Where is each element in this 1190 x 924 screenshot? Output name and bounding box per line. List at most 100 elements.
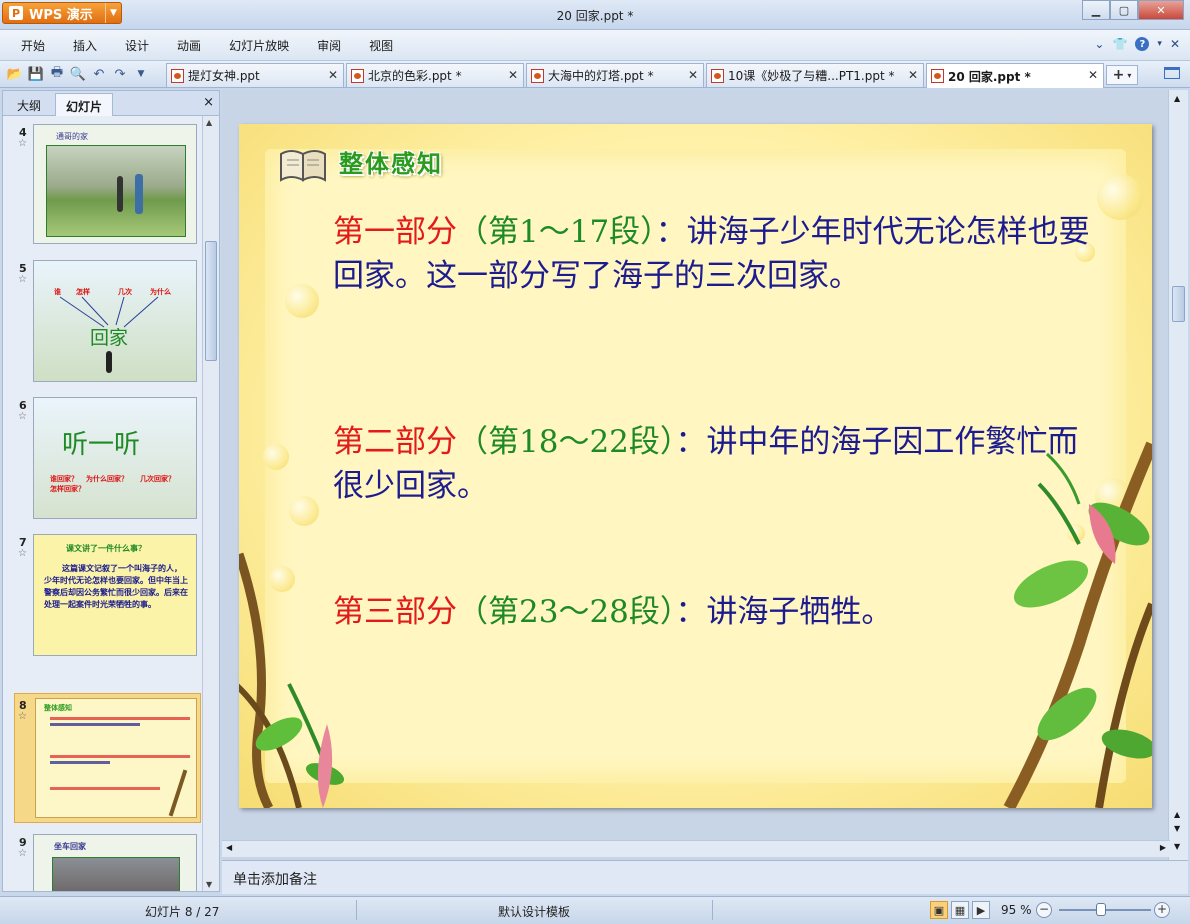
slide-thumbnail[interactable]: 课文讲了一件什么事？ 这篇课文记叙了一个叫海子的人，少年时代无论怎样也要回家。但… <box>33 534 197 656</box>
vine-decoration <box>239 441 1152 808</box>
ppt-file-icon <box>171 68 184 83</box>
save-icon[interactable]: 💾 <box>27 65 45 83</box>
slide-counter: 幻灯片 8 / 27 <box>145 905 220 919</box>
scrollbar-thumb[interactable] <box>205 241 217 361</box>
zoom-level: 95 % <box>1001 903 1032 917</box>
new-tab-button[interactable]: + ▾ <box>1106 65 1138 85</box>
menu-start[interactable]: 开始 <box>0 37 59 54</box>
scroll-up-icon[interactable]: ▲ <box>1174 810 1180 819</box>
close-icon[interactable]: ✕ <box>1170 37 1180 51</box>
scroll-down-icon[interactable]: ▼ <box>206 880 212 889</box>
scroll-right-icon[interactable]: ▶ <box>1160 843 1166 852</box>
editor-horizontal-scrollbar[interactable]: ◀ ▶ <box>222 840 1170 857</box>
quick-access-toolbar: 📂 💾 🖶 🔍 ↶ ↷ ▼ 提灯女神.ppt ✕ 北京的色彩.ppt * ✕ 大… <box>0 61 1190 88</box>
print-preview-icon[interactable]: 🔍 <box>69 65 87 83</box>
thumb-center-word: 回家 <box>90 327 129 349</box>
print-icon[interactable]: 🖶 <box>48 65 66 83</box>
doc-tab[interactable]: 10课《妙极了与糟...PT1.ppt * ✕ <box>706 63 924 87</box>
doc-tab-active[interactable]: 20 回家.ppt * ✕ <box>926 63 1104 88</box>
thumb-title: 整体感知 <box>44 704 72 712</box>
thumb-title: 听一听 <box>62 430 141 460</box>
menu-design[interactable]: 设计 <box>111 37 163 54</box>
slide-thumbnail-selected[interactable]: 整体感知 <box>35 698 197 818</box>
notes-placeholder[interactable]: 单击添加备注 <box>233 869 317 889</box>
transition-star-icon: ☆ <box>18 138 27 149</box>
doc-tab-label: 10课《妙极了与糟...PT1.ppt * <box>728 69 895 83</box>
close-window-button[interactable]: ✕ <box>1138 0 1184 20</box>
thumb-connector-lines <box>59 296 159 328</box>
slide-thumbnail[interactable]: 谁 怎样 几次 为什么 回家 <box>33 260 197 382</box>
scroll-down-icon[interactable]: ▼ <box>1174 842 1180 851</box>
thumb-photo <box>46 145 186 237</box>
ppt-file-icon <box>711 68 724 83</box>
current-slide[interactable]: 整体感知 第一部分（第1～17段）：讲海子少年时代无论怎样也要回家。这一部分写了… <box>239 124 1152 808</box>
design-template: 默认设计模板 <box>498 905 571 919</box>
redo-icon[interactable]: ↷ <box>111 65 129 83</box>
thumb-line: 谁回家？ <box>50 475 78 483</box>
scroll-down-icon[interactable]: ▼ <box>1174 824 1180 833</box>
close-icon[interactable]: ✕ <box>328 68 338 82</box>
ppt-file-icon <box>351 68 364 83</box>
minimize-button[interactable]: ▁ <box>1082 0 1110 20</box>
customize-dropdown-icon[interactable]: ▼ <box>132 65 150 83</box>
editor-vertical-scrollbar[interactable]: ▲ ▲ ▼ ▼ <box>1168 90 1188 860</box>
close-icon[interactable]: ✕ <box>508 68 518 82</box>
window-controls: ▁ ▢ ✕ <box>1082 0 1184 20</box>
transition-star-icon: ☆ <box>18 411 27 422</box>
notes-pane[interactable]: 单击添加备注 <box>222 860 1188 894</box>
doc-tab[interactable]: 北京的色彩.ppt * ✕ <box>346 63 524 87</box>
transition-star-icon: ☆ <box>18 711 27 722</box>
zoom-slider-handle[interactable] <box>1096 903 1106 916</box>
close-icon[interactable]: ✕ <box>688 68 698 82</box>
slide-sorter-button[interactable]: ▦ <box>951 901 969 919</box>
chevron-down-icon[interactable]: ⌄ <box>1094 37 1104 51</box>
layout-toggle-icon[interactable] <box>1164 67 1180 79</box>
slide-thumbnail[interactable]: 听一听 谁回家？ 为什么回家？ 几次回家？ 怎样回家？ <box>33 397 197 519</box>
thumbnail-scrollbar[interactable]: ▲ ▼ <box>202 116 219 891</box>
menu-insert[interactable]: 插入 <box>59 37 111 54</box>
scroll-up-icon[interactable]: ▲ <box>1174 94 1180 103</box>
thumbnail-list[interactable]: 4 ☆ 通哥的家 5 ☆ 谁 怎样 几次 为什么 回家 6 ☆ 听一听 谁回家？… <box>3 116 203 891</box>
ppt-file-icon <box>931 69 944 83</box>
menu-view[interactable]: 视图 <box>355 37 407 54</box>
chevron-down-icon[interactable]: ▾ <box>1157 39 1162 49</box>
transition-star-icon: ☆ <box>18 274 27 285</box>
thumb-title: 课文讲了一件什么事？ <box>66 544 146 553</box>
transition-star-icon: ☆ <box>18 548 27 559</box>
menu-animation[interactable]: 动画 <box>163 37 215 54</box>
slideshow-button[interactable]: ▶ <box>972 901 990 919</box>
doc-tab-label: 大海中的灯塔.ppt * <box>548 69 654 83</box>
doc-tab-label: 提灯女神.ppt <box>188 69 260 83</box>
maximize-button[interactable]: ▢ <box>1110 0 1138 20</box>
doc-tab[interactable]: 提灯女神.ppt ✕ <box>166 63 344 87</box>
zoom-out-button[interactable]: − <box>1036 902 1052 918</box>
thumb-photo <box>52 857 180 891</box>
slides-pane: 大纲 幻灯片 × 4 ☆ 通哥的家 5 ☆ 谁 怎样 几次 为什么 回家 6 ☆… <box>2 90 220 892</box>
divider <box>712 900 713 920</box>
tab-outline[interactable]: 大纲 <box>7 93 51 116</box>
slide-thumbnail[interactable]: 坐车回家 <box>33 834 197 891</box>
divider <box>356 900 357 920</box>
scroll-left-icon[interactable]: ◀ <box>226 843 232 852</box>
menu-slideshow[interactable]: 幻灯片放映 <box>215 37 303 54</box>
tab-slides[interactable]: 幻灯片 <box>55 93 114 116</box>
help-icon[interactable]: ? <box>1135 37 1150 51</box>
open-folder-icon[interactable]: 📂 <box>6 65 24 83</box>
scrollbar-thumb[interactable] <box>1172 286 1185 322</box>
doc-tab[interactable]: 大海中的灯塔.ppt * ✕ <box>526 63 704 87</box>
skin-shirt-icon[interactable]: 👕 <box>1112 37 1127 51</box>
ppt-file-icon <box>531 68 544 83</box>
menu-review[interactable]: 审阅 <box>303 37 355 54</box>
close-icon[interactable]: ✕ <box>1088 68 1098 82</box>
slide-thumbnail[interactable]: 通哥的家 <box>33 124 197 244</box>
slide-editor: 整体感知 第一部分（第1～17段）：讲海子少年时代无论怎样也要回家。这一部分写了… <box>222 90 1170 860</box>
normal-view-button[interactable]: ▣ <box>930 901 948 919</box>
close-icon[interactable]: × <box>203 95 214 110</box>
scroll-up-icon[interactable]: ▲ <box>206 118 212 127</box>
title-bar: P WPS 演示 ▼ 20 回家.ppt * ▁ ▢ ✕ <box>0 0 1190 30</box>
menu-bar: 开始 插入 设计 动画 幻灯片放映 审阅 视图 ⌄ 👕 ? ▾ ✕ <box>0 30 1190 61</box>
zoom-in-button[interactable]: + <box>1154 902 1170 918</box>
close-icon[interactable]: ✕ <box>908 68 918 82</box>
undo-icon[interactable]: ↶ <box>90 65 108 83</box>
thumb-body: 这篇课文记叙了一个叫海子的人，少年时代无论怎样也要回家。但中年当上警察后却因公务… <box>44 564 188 609</box>
